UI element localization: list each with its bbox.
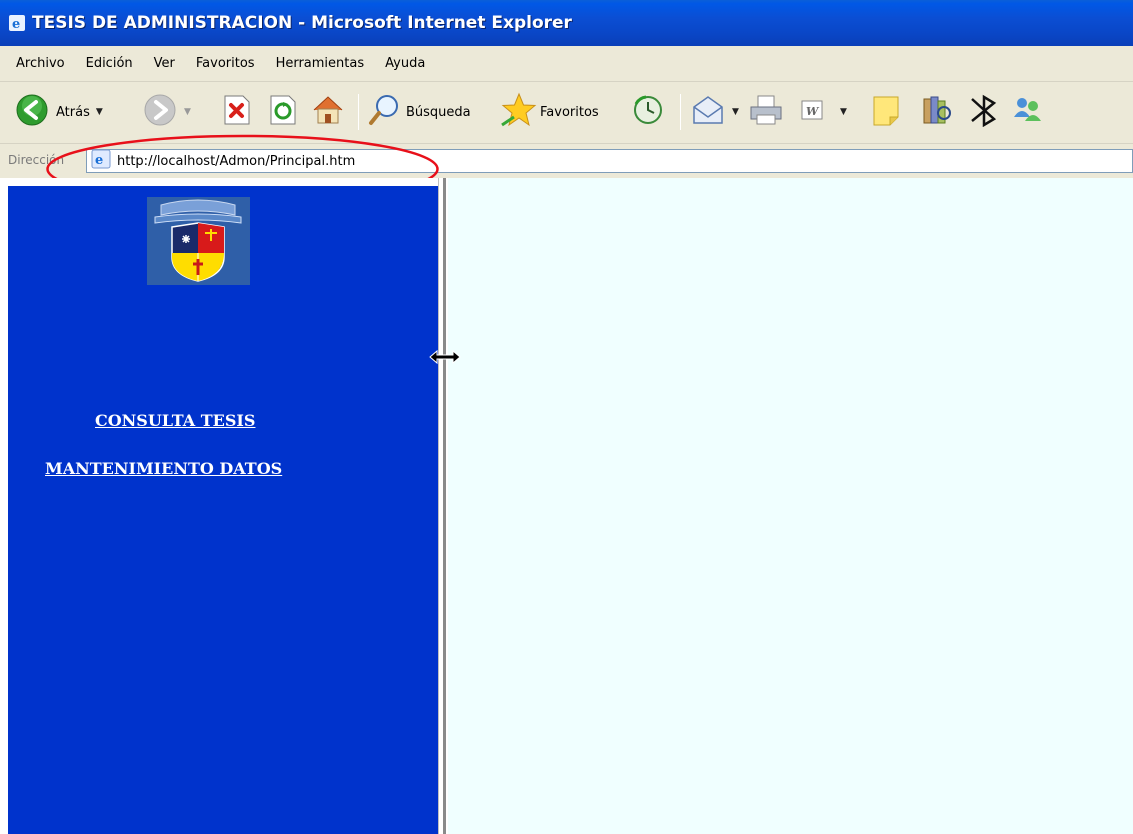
messenger-icon bbox=[1010, 93, 1044, 131]
favorites-button[interactable]: Favoritos bbox=[500, 92, 599, 132]
ie-icon: e bbox=[8, 14, 26, 32]
forward-icon bbox=[142, 92, 178, 132]
note-icon bbox=[870, 93, 902, 131]
stop-icon bbox=[222, 93, 252, 131]
toolbar-separator bbox=[358, 94, 359, 130]
search-button[interactable]: Búsqueda bbox=[366, 92, 471, 132]
home-icon bbox=[310, 92, 346, 132]
mail-button[interactable]: ▼ bbox=[690, 92, 739, 132]
title-bar[interactable]: e TESIS DE ADMINISTRACION - Microsoft In… bbox=[0, 0, 1133, 46]
menu-ayuda[interactable]: Ayuda bbox=[383, 54, 427, 73]
page-icon: e bbox=[91, 149, 111, 174]
refresh-button[interactable] bbox=[268, 92, 298, 132]
address-input[interactable]: e http://localhost/Admon/Principal.htm bbox=[86, 149, 1133, 173]
forward-button[interactable]: ▼ bbox=[142, 92, 191, 132]
nav-link-consulta-tesis[interactable]: CONSULTA TESIS bbox=[95, 411, 255, 430]
toolbar-separator bbox=[680, 94, 681, 130]
svg-text:W: W bbox=[806, 105, 820, 118]
back-button[interactable]: Atrás ▼ bbox=[14, 92, 103, 132]
address-url: http://localhost/Admon/Principal.htm bbox=[117, 153, 356, 169]
resize-cursor-icon bbox=[429, 349, 461, 365]
favorites-label: Favoritos bbox=[540, 104, 599, 120]
toolbar: Atrás ▼ ▼ Búsqueda Favoritos ▼ W ▼ bbox=[0, 82, 1133, 144]
word-icon: W bbox=[798, 95, 826, 129]
research-icon bbox=[920, 93, 954, 131]
home-button[interactable] bbox=[310, 92, 346, 132]
menu-herramientas[interactable]: Herramientas bbox=[274, 54, 367, 73]
nav-link-mantenimiento-datos[interactable]: MANTENIMIENTO DATOS bbox=[45, 459, 282, 478]
mail-icon bbox=[690, 93, 726, 131]
menu-ver[interactable]: Ver bbox=[152, 54, 177, 73]
university-crest-logo bbox=[147, 197, 250, 285]
forward-dropdown-icon[interactable]: ▼ bbox=[184, 107, 191, 117]
svg-text:e: e bbox=[95, 153, 103, 168]
menu-favoritos[interactable]: Favoritos bbox=[194, 54, 257, 73]
bluetooth-button[interactable] bbox=[966, 92, 1002, 132]
mail-dropdown-icon[interactable]: ▼ bbox=[732, 107, 739, 117]
address-label: Dirección bbox=[8, 153, 65, 167]
bluetooth-icon bbox=[966, 93, 1002, 131]
search-label: Búsqueda bbox=[406, 104, 471, 120]
menu-archivo[interactable]: Archivo bbox=[14, 54, 67, 73]
search-icon bbox=[366, 92, 402, 132]
print-button[interactable] bbox=[748, 92, 784, 132]
menu-bar: Archivo Edición Ver Favoritos Herramient… bbox=[0, 46, 1133, 82]
frame-splitter[interactable] bbox=[443, 178, 446, 834]
back-label: Atrás bbox=[56, 104, 90, 120]
menu-edicion[interactable]: Edición bbox=[84, 54, 135, 73]
history-button[interactable] bbox=[632, 92, 664, 132]
right-frame bbox=[448, 178, 1133, 834]
messenger-button[interactable] bbox=[1010, 92, 1044, 132]
back-icon bbox=[14, 92, 50, 132]
favorites-star-icon bbox=[500, 91, 538, 133]
window-title: TESIS DE ADMINISTRACION - Microsoft Inte… bbox=[32, 13, 572, 33]
stop-button[interactable] bbox=[222, 92, 252, 132]
back-dropdown-icon[interactable]: ▼ bbox=[96, 107, 103, 117]
research-button[interactable] bbox=[920, 92, 954, 132]
refresh-icon bbox=[268, 93, 298, 131]
svg-text:e: e bbox=[12, 17, 20, 32]
browser-window: e TESIS DE ADMINISTRACION - Microsoft In… bbox=[0, 0, 1133, 834]
word-button[interactable]: W ▼ bbox=[798, 92, 847, 132]
address-bar: Dirección e http://localhost/Admon/Princ… bbox=[0, 144, 1133, 178]
history-icon bbox=[632, 94, 664, 130]
print-icon bbox=[748, 93, 784, 131]
note-button[interactable] bbox=[870, 92, 902, 132]
word-dropdown-icon[interactable]: ▼ bbox=[840, 107, 847, 117]
